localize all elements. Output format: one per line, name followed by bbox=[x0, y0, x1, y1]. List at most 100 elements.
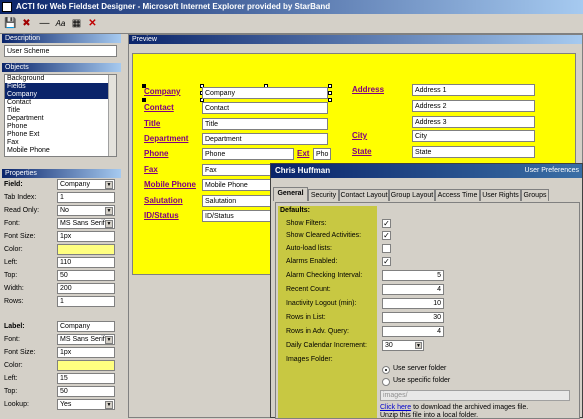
label-fax[interactable]: Fax bbox=[144, 165, 158, 174]
line-icon[interactable]: — bbox=[38, 17, 51, 30]
field-salutation[interactable]: Salutation bbox=[202, 195, 276, 207]
inactivity-logout-input[interactable]: 10 bbox=[382, 298, 444, 309]
recent-count-input[interactable]: 4 bbox=[382, 284, 444, 295]
list-item[interactable]: Mobile Phone bbox=[5, 147, 116, 155]
property-value[interactable]: MS Sans Serif ▼ bbox=[57, 334, 115, 345]
property-value[interactable]: 50 bbox=[57, 386, 115, 397]
chevron-down-icon[interactable]: ▼ bbox=[415, 342, 422, 349]
property-value[interactable]: No ▼ bbox=[57, 205, 115, 216]
field-title[interactable]: Title bbox=[202, 118, 328, 130]
label-id-status[interactable]: ID/Status bbox=[144, 211, 179, 220]
property-row: Left: 110 bbox=[2, 257, 119, 269]
list-item[interactable]: Phone Ext bbox=[5, 131, 116, 139]
field-fax[interactable]: Fax bbox=[202, 164, 276, 176]
tab-contact-layout[interactable]: Contact Layout bbox=[339, 189, 389, 201]
tab-general[interactable]: General bbox=[273, 187, 308, 201]
tab-groups[interactable]: Groups bbox=[521, 189, 549, 201]
property-value[interactable]: MS Sans Serif ▼ bbox=[57, 218, 115, 229]
field-company[interactable]: Company bbox=[202, 87, 328, 99]
layout-icon[interactable]: ▦ bbox=[70, 17, 83, 30]
rows-adv-query-input[interactable]: 4 bbox=[382, 326, 444, 337]
list-item[interactable]: Fields bbox=[5, 83, 116, 91]
list-item[interactable]: Title bbox=[5, 107, 116, 115]
property-value[interactable]: 1px bbox=[57, 231, 115, 242]
description-input[interactable]: User Scheme bbox=[4, 45, 117, 57]
tab-user-rights[interactable]: User Rights bbox=[480, 189, 521, 201]
field-address-3[interactable]: Address 3 bbox=[412, 116, 535, 128]
label-company[interactable]: Company bbox=[144, 87, 180, 96]
label-salutation[interactable]: Salutation bbox=[144, 196, 183, 205]
property-value[interactable]: 1 bbox=[57, 296, 115, 307]
property-value[interactable]: 50 bbox=[57, 270, 115, 281]
property-value[interactable]: 1px bbox=[57, 347, 115, 358]
field-city[interactable]: City bbox=[412, 130, 535, 142]
list-item[interactable]: Background bbox=[5, 75, 116, 83]
chevron-down-icon[interactable]: ▼ bbox=[105, 336, 113, 344]
auto-load-lists-checkbox[interactable] bbox=[382, 244, 391, 253]
property-label: Lookup: bbox=[4, 401, 29, 408]
label-title[interactable]: Title bbox=[144, 119, 160, 128]
label-state[interactable]: State bbox=[352, 147, 372, 156]
field-contact[interactable]: Contact bbox=[202, 102, 328, 114]
selection-handle[interactable] bbox=[142, 98, 146, 102]
chevron-down-icon[interactable]: ▼ bbox=[105, 220, 113, 228]
objects-list[interactable]: Background Fields Company Contact Title … bbox=[4, 74, 117, 157]
label-city[interactable]: City bbox=[352, 131, 367, 140]
calendar-increment-select[interactable]: 30 ▼ bbox=[382, 340, 424, 351]
tab-access-time[interactable]: Access Time bbox=[435, 189, 480, 201]
field-state[interactable]: State bbox=[412, 146, 535, 158]
list-item[interactable]: Contact bbox=[5, 99, 116, 107]
field-phone[interactable]: Phone bbox=[202, 148, 294, 160]
field-phone-ext[interactable]: Pho bbox=[313, 148, 331, 160]
list-item[interactable]: Company bbox=[5, 91, 116, 99]
property-value[interactable]: 110 bbox=[57, 257, 115, 268]
images-folder-input[interactable]: images/ bbox=[380, 390, 570, 401]
setting-label: Alarm Checking Interval: bbox=[286, 272, 363, 279]
field-department[interactable]: Department bbox=[202, 133, 328, 145]
selection-handle[interactable] bbox=[328, 84, 332, 88]
property-row: Left: 15 bbox=[2, 373, 119, 385]
property-value[interactable]: 200 bbox=[57, 283, 115, 294]
selection-handle[interactable] bbox=[328, 91, 332, 95]
label-address[interactable]: Address bbox=[352, 85, 384, 94]
font-icon[interactable]: Aa bbox=[54, 17, 67, 30]
show-filters-checkbox[interactable]: ✓ bbox=[382, 219, 391, 228]
field-mobile-phone[interactable]: Mobile Phone bbox=[202, 179, 276, 191]
close-x-icon[interactable]: ✕ bbox=[86, 17, 99, 30]
property-row: Font: MS Sans Serif ▼ bbox=[2, 218, 119, 230]
save-icon[interactable]: 💾 bbox=[4, 17, 17, 30]
property-value[interactable]: 15 bbox=[57, 373, 115, 384]
field-address-2[interactable]: Address 2 bbox=[412, 100, 535, 112]
property-value[interactable] bbox=[57, 244, 115, 255]
use-server-folder-radio[interactable] bbox=[382, 366, 390, 374]
label-ext[interactable]: Ext bbox=[297, 149, 309, 158]
property-value[interactable]: Yes ▼ bbox=[57, 399, 115, 410]
list-item[interactable]: Phone bbox=[5, 123, 116, 131]
chevron-down-icon[interactable]: ▼ bbox=[105, 401, 113, 409]
property-value[interactable] bbox=[57, 360, 115, 371]
chevron-down-icon[interactable]: ▼ bbox=[105, 207, 113, 215]
label-phone[interactable]: Phone bbox=[144, 149, 168, 158]
selection-handle[interactable] bbox=[328, 98, 332, 102]
field-address-1[interactable]: Address 1 bbox=[412, 84, 535, 96]
label-mobile-phone[interactable]: Mobile Phone bbox=[144, 180, 196, 189]
property-value[interactable]: Company ▼ bbox=[57, 179, 115, 190]
label-contact[interactable]: Contact bbox=[144, 103, 174, 112]
chevron-down-icon[interactable]: ▼ bbox=[105, 181, 113, 189]
use-specific-folder-radio[interactable] bbox=[382, 378, 390, 386]
property-value[interactable]: 1 bbox=[57, 192, 115, 203]
property-value[interactable]: Company bbox=[57, 321, 115, 332]
tab-group-layout[interactable]: Group Layout bbox=[389, 189, 435, 201]
click-here-link[interactable]: Click here bbox=[380, 404, 411, 411]
field-id-status[interactable]: ID/Status bbox=[202, 210, 276, 222]
tab-security[interactable]: Security bbox=[308, 189, 339, 201]
alarms-enabled-checkbox[interactable]: ✓ bbox=[382, 257, 391, 266]
alarm-interval-input[interactable]: 5 bbox=[382, 270, 444, 281]
list-item[interactable]: Department bbox=[5, 115, 116, 123]
rows-in-list-input[interactable]: 30 bbox=[382, 312, 444, 323]
label-department[interactable]: Department bbox=[144, 134, 188, 143]
list-item[interactable]: Fax bbox=[5, 139, 116, 147]
objects-scrollbar[interactable] bbox=[108, 75, 116, 156]
delete-icon[interactable]: ✖ bbox=[20, 17, 33, 30]
show-cleared-activities-checkbox[interactable]: ✓ bbox=[382, 231, 391, 240]
